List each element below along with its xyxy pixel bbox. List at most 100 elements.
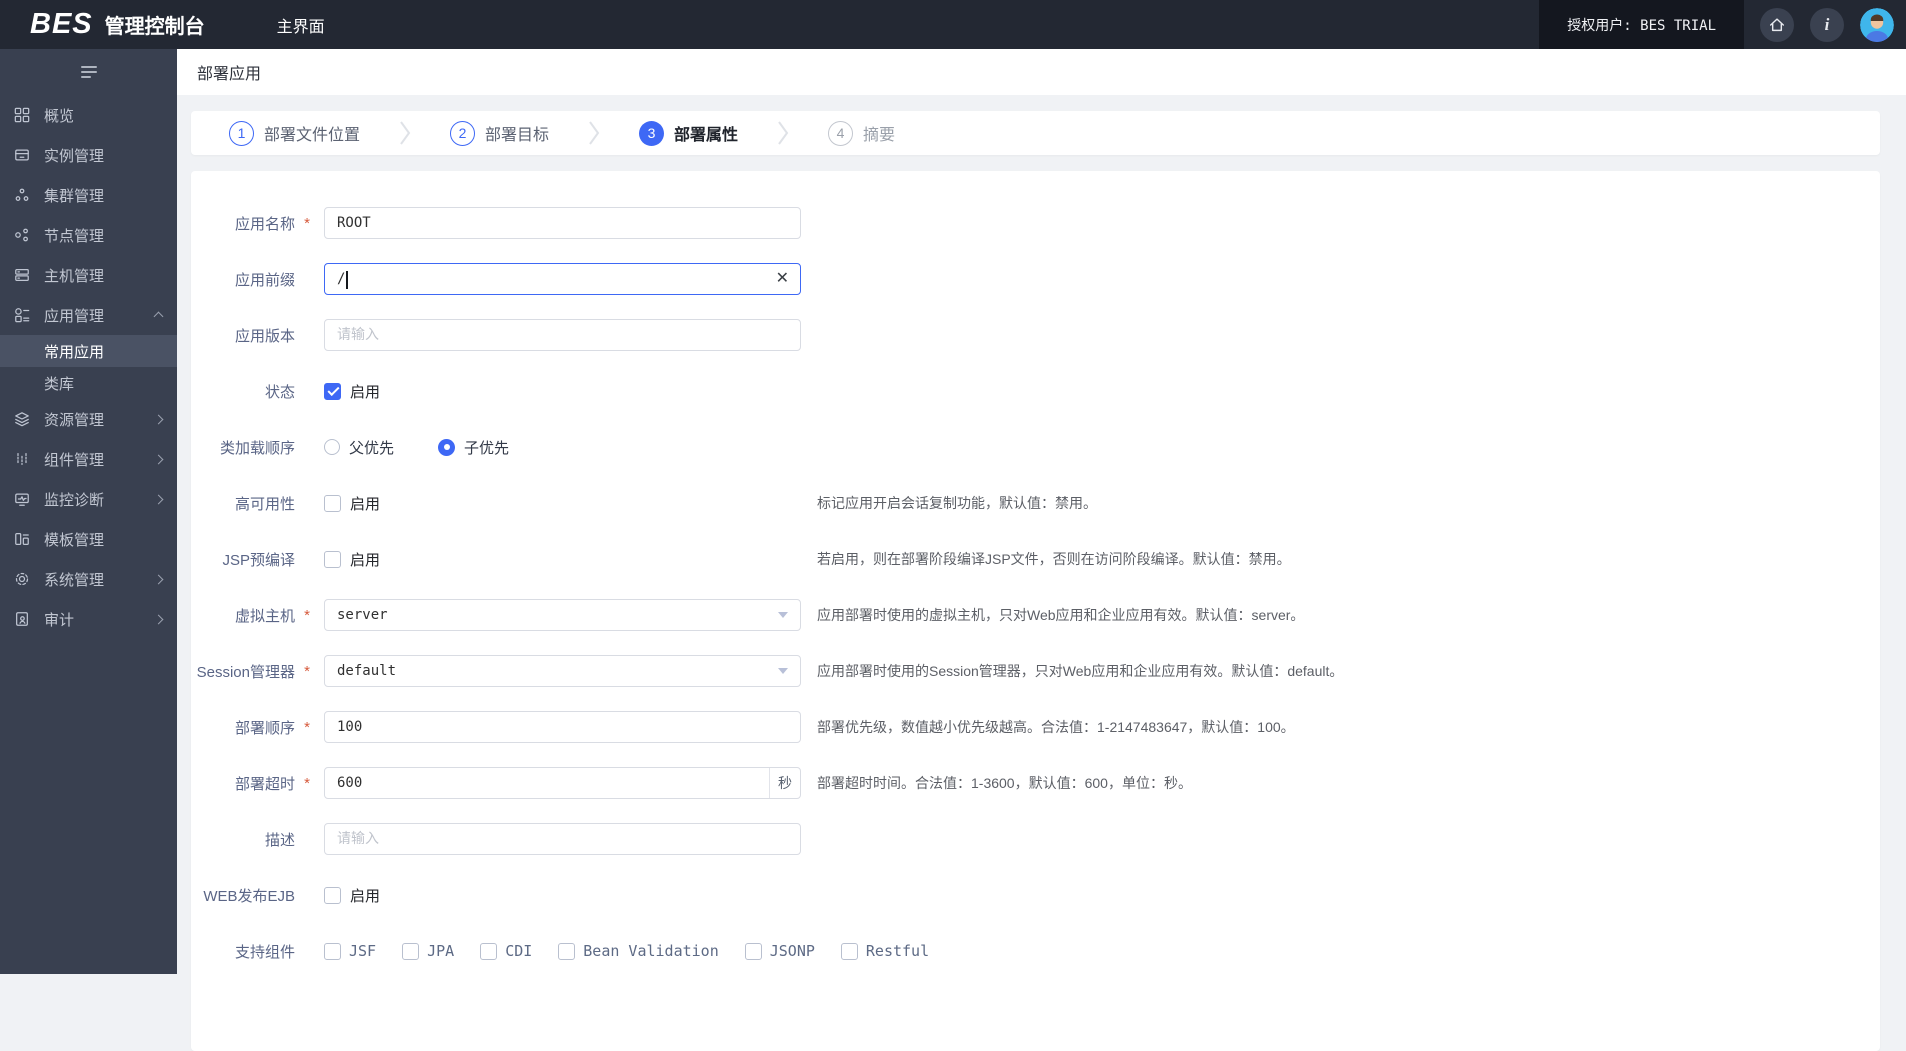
clear-icon[interactable]: ✕ bbox=[776, 271, 789, 287]
user-avatar[interactable] bbox=[1860, 7, 1894, 42]
app-logo: BES 管理控制台 bbox=[0, 8, 205, 41]
page-header: 部署应用 bbox=[177, 49, 1906, 95]
session-manager-value: default bbox=[337, 663, 397, 679]
resource-icon bbox=[14, 411, 30, 427]
node-icon bbox=[14, 227, 30, 243]
app-version-input[interactable] bbox=[324, 319, 801, 351]
description-label: 描述 bbox=[264, 831, 295, 849]
app-version-label: 应用版本 bbox=[234, 327, 295, 345]
step-separator-icon bbox=[398, 119, 412, 147]
sidebar-item-resources[interactable]: 资源管理 bbox=[0, 399, 177, 439]
sidebar-item-nodes[interactable]: 节点管理 bbox=[0, 215, 177, 255]
sidebar-item-instances[interactable]: 实例管理 bbox=[0, 135, 177, 175]
high-availability-enable-label: 启用 bbox=[350, 495, 381, 513]
chevron-right-icon bbox=[153, 614, 164, 624]
home-icon bbox=[1769, 17, 1785, 31]
sidebar-item-audit[interactable]: 审计 bbox=[0, 599, 177, 639]
component-jsonp-label: JSONP bbox=[769, 942, 815, 960]
virtual-host-select[interactable]: server bbox=[324, 599, 801, 631]
app-prefix-label: 应用前缀 bbox=[234, 271, 295, 289]
instance-icon bbox=[14, 147, 30, 163]
parent-first-label: 父优先 bbox=[349, 439, 395, 457]
step-number: 1 bbox=[229, 120, 254, 146]
deploy-properties-form: 应用名称 * 应用前缀 ✕ 应用版本 bbox=[191, 171, 1880, 1051]
dropdown-arrow-icon bbox=[778, 612, 788, 618]
sidebar-item-clusters[interactable]: 集群管理 bbox=[0, 175, 177, 215]
deploy-timeout-unit: 秒 bbox=[769, 768, 800, 798]
deploy-order-input[interactable] bbox=[324, 711, 801, 743]
application-icon bbox=[14, 307, 30, 323]
sidebar-item-components[interactable]: 组件管理 bbox=[0, 439, 177, 479]
step-deploy-file-location[interactable]: 1 部署文件位置 bbox=[229, 120, 360, 146]
sidebar-item-overview[interactable]: 概览 bbox=[0, 95, 177, 135]
component-jpa-checkbox[interactable] bbox=[402, 942, 420, 960]
web-publish-ejb-enable-label: 启用 bbox=[350, 887, 381, 905]
components-label: 支持组件 bbox=[234, 943, 295, 961]
session-manager-select[interactable]: default bbox=[324, 655, 801, 687]
required-mark: * bbox=[304, 214, 310, 232]
step-separator-icon bbox=[776, 119, 790, 147]
jsp-precompile-hint: 若启用，则在部署阶段编译JSP文件，否则在访问阶段编译。默认值：禁用。 bbox=[817, 551, 1291, 567]
sidebar-item-applications[interactable]: 应用管理 bbox=[0, 295, 177, 335]
top-bar: BES 管理控制台 主界面 授权用户: BES TRIAL i bbox=[0, 0, 1906, 49]
sidebar-item-templates[interactable]: 模板管理 bbox=[0, 519, 177, 559]
sidebar-item-libraries[interactable]: 类库 bbox=[0, 367, 177, 399]
cluster-icon bbox=[14, 187, 30, 203]
jsp-precompile-checkbox[interactable] bbox=[324, 550, 341, 568]
web-publish-ejb-checkbox[interactable] bbox=[324, 886, 341, 904]
description-input[interactable] bbox=[324, 823, 801, 855]
classload-order-label: 类加载顺序 bbox=[219, 439, 295, 457]
required-mark: * bbox=[304, 606, 310, 624]
status-label: 状态 bbox=[264, 383, 295, 401]
component-jsonp-checkbox[interactable] bbox=[744, 942, 762, 960]
status-enable-checkbox[interactable] bbox=[324, 382, 341, 400]
component-bean-validation-checkbox[interactable] bbox=[558, 942, 576, 960]
info-icon: i bbox=[1824, 14, 1830, 34]
step-summary[interactable]: 4 摘要 bbox=[828, 120, 896, 146]
sidebar-item-hosts[interactable]: 主机管理 bbox=[0, 255, 177, 295]
home-button[interactable] bbox=[1760, 7, 1794, 42]
chevron-right-icon bbox=[153, 494, 164, 504]
component-jsf-checkbox[interactable] bbox=[324, 942, 341, 960]
jsp-precompile-label: JSP预编译 bbox=[222, 551, 295, 569]
parent-first-radio[interactable] bbox=[324, 439, 340, 455]
component-restful-checkbox[interactable] bbox=[840, 942, 858, 960]
component-bean-validation-label: Bean Validation bbox=[583, 942, 719, 960]
high-availability-label: 高可用性 bbox=[234, 495, 295, 513]
high-availability-hint: 标记应用开启会话复制功能，默认值：禁用。 bbox=[817, 495, 1097, 511]
app-name-label: 应用名称 bbox=[234, 215, 295, 233]
chevron-up-icon bbox=[153, 311, 164, 322]
deploy-timeout-input[interactable] bbox=[325, 768, 769, 798]
session-manager-label: Session管理器 bbox=[196, 663, 295, 681]
component-cdi-checkbox[interactable] bbox=[480, 942, 498, 960]
chevron-right-icon bbox=[153, 574, 164, 584]
overview-icon bbox=[14, 107, 30, 123]
high-availability-checkbox[interactable] bbox=[324, 494, 341, 512]
chevron-right-icon bbox=[153, 454, 164, 464]
collapse-sidebar-button[interactable] bbox=[0, 49, 177, 95]
deploy-timeout-field: 秒 bbox=[324, 767, 801, 799]
sidebar: 概览 实例管理 集群管理 节点管理 主机管理 应用管理 常用应用 类库 资源管理… bbox=[0, 49, 177, 974]
web-publish-ejb-label: WEB发布EJB bbox=[203, 887, 295, 905]
step-number: 4 bbox=[828, 120, 854, 146]
sidebar-item-monitoring[interactable]: 监控诊断 bbox=[0, 479, 177, 519]
status-enable-label: 启用 bbox=[350, 383, 381, 401]
step-deploy-properties[interactable]: 3 部署属性 bbox=[639, 120, 738, 146]
tab-main-view[interactable]: 主界面 bbox=[277, 13, 325, 37]
step-label: 部署目标 bbox=[485, 127, 550, 144]
sidebar-item-common-apps[interactable]: 常用应用 bbox=[0, 335, 177, 367]
step-label: 摘要 bbox=[863, 127, 896, 144]
deploy-order-hint: 部署优先级，数值越小优先级越高。合法值：1-2147483647，默认值：100… bbox=[817, 719, 1295, 735]
sidebar-item-system[interactable]: 系统管理 bbox=[0, 559, 177, 599]
app-name-input[interactable] bbox=[324, 207, 801, 239]
template-icon bbox=[14, 531, 30, 547]
app-prefix-field: ✕ bbox=[324, 263, 801, 295]
virtual-host-label: 虚拟主机 bbox=[234, 607, 295, 625]
step-deploy-target[interactable]: 2 部署目标 bbox=[450, 120, 550, 146]
step-separator-icon bbox=[587, 119, 601, 147]
info-button[interactable]: i bbox=[1810, 7, 1844, 42]
app-prefix-input[interactable] bbox=[325, 264, 776, 294]
child-first-label: 子优先 bbox=[464, 439, 510, 457]
licensed-user-label: 授权用户: BES TRIAL bbox=[1539, 0, 1744, 49]
child-first-radio[interactable] bbox=[438, 438, 456, 456]
